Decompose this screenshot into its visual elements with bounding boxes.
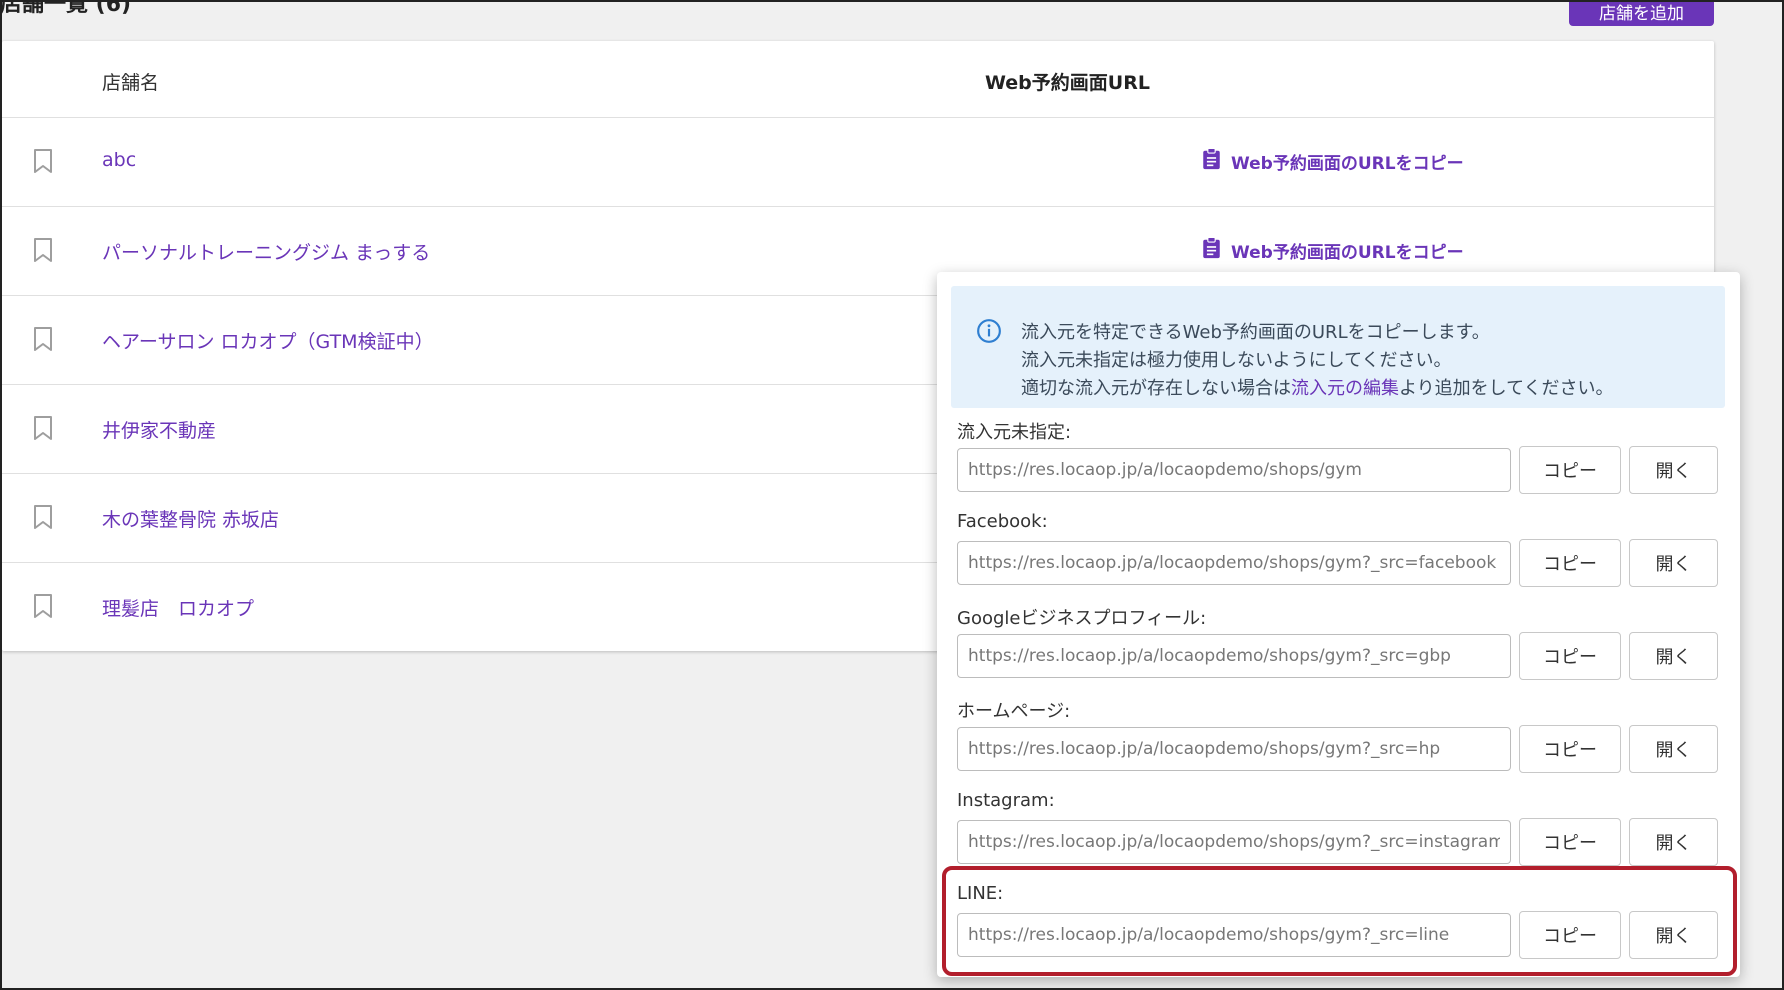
info-line-3-post: より追加をしてください。	[1399, 378, 1614, 399]
clipboard-icon	[1202, 147, 1221, 175]
table-header: 店舗名 Web予約画面URL	[2, 41, 1714, 118]
info-line-3-pre: 適切な流入元が存在しない場合は	[1021, 378, 1291, 399]
open-button[interactable]: 開く	[1629, 446, 1718, 494]
bookmark-icon[interactable]	[32, 237, 54, 263]
info-text: 流入元を特定できるWeb予約画面のURLをコピーします。 流入元未指定は極力使用…	[1021, 319, 1614, 403]
source-label: Googleビジネスプロフィール:	[957, 608, 1207, 629]
source-label: Facebook:	[957, 511, 1048, 532]
clipboard-icon	[1202, 236, 1221, 264]
shop-name-link[interactable]: ヘアーサロン ロカオプ（GTM検証中）	[102, 327, 434, 354]
shop-name-link[interactable]: 理髪店 ロカオプ	[102, 594, 254, 621]
open-button[interactable]: 開く	[1629, 725, 1718, 773]
bookmark-icon[interactable]	[32, 415, 54, 441]
info-alert: 流入元を特定できるWeb予約画面のURLをコピーします。 流入元未指定は極力使用…	[951, 286, 1725, 408]
column-header-web-url: Web予約画面URL	[985, 72, 1150, 94]
info-icon	[977, 319, 1001, 343]
url-copy-popup: 流入元を特定できるWeb予約画面のURLをコピーします。 流入元未指定は極力使用…	[937, 272, 1740, 977]
shop-name-link[interactable]: 井伊家不動産	[102, 416, 216, 443]
open-button[interactable]: 開く	[1629, 632, 1718, 680]
shop-name-link[interactable]: abc	[102, 149, 136, 171]
copy-url-label: Web予約画面のURLをコピー	[1231, 154, 1464, 174]
open-button[interactable]: 開く	[1629, 818, 1718, 866]
source-url-field[interactable]	[957, 727, 1511, 771]
column-header-shop-name: 店舗名	[102, 72, 160, 94]
source-url-field[interactable]	[957, 448, 1511, 492]
open-button[interactable]: 開く	[1629, 539, 1718, 587]
source-label: 流入元未指定:	[957, 422, 1072, 443]
page-title: 店舗一覧 (6)	[0, 0, 132, 17]
source-url-field[interactable]	[957, 913, 1511, 957]
source-label: LINE:	[957, 883, 1004, 904]
info-line-2: 流入元未指定は極力使用しないようにしてください。	[1021, 350, 1452, 371]
copy-url-link[interactable]: Web予約画面のURLをコピー	[1202, 236, 1464, 264]
source-label: Instagram:	[957, 790, 1055, 811]
copy-button[interactable]: コピー	[1519, 539, 1621, 587]
copy-button[interactable]: コピー	[1519, 446, 1621, 494]
edit-sources-link[interactable]: 流入元の編集	[1291, 378, 1399, 399]
info-line-3: 適切な流入元が存在しない場合は流入元の編集より追加をしてください。	[1021, 375, 1614, 403]
copy-button[interactable]: コピー	[1519, 725, 1621, 773]
source-label: ホームページ:	[957, 701, 1071, 722]
copy-url-link[interactable]: Web予約画面のURLをコピー	[1202, 147, 1464, 175]
source-url-field[interactable]	[957, 634, 1511, 678]
bookmark-icon[interactable]	[32, 504, 54, 530]
copy-button[interactable]: コピー	[1519, 632, 1621, 680]
source-url-field[interactable]	[957, 541, 1511, 585]
open-button[interactable]: 開く	[1629, 911, 1718, 959]
add-shop-button[interactable]: 店舗を追加	[1569, 0, 1714, 26]
copy-button[interactable]: コピー	[1519, 818, 1621, 866]
copy-url-label: Web予約画面のURLをコピー	[1231, 243, 1464, 263]
bookmark-icon[interactable]	[32, 148, 54, 174]
copy-button[interactable]: コピー	[1519, 911, 1621, 959]
source-url-field[interactable]	[957, 820, 1511, 864]
shop-name-link[interactable]: 木の葉整骨院 赤坂店	[102, 505, 279, 532]
info-line-1: 流入元を特定できるWeb予約画面のURLをコピーします。	[1021, 322, 1490, 343]
table-row: abc Web予約画面のURLをコピー	[2, 118, 1714, 207]
bookmark-icon[interactable]	[32, 593, 54, 619]
shop-name-link[interactable]: パーソナルトレーニングジム まっする	[102, 238, 430, 265]
bookmark-icon[interactable]	[32, 326, 54, 352]
